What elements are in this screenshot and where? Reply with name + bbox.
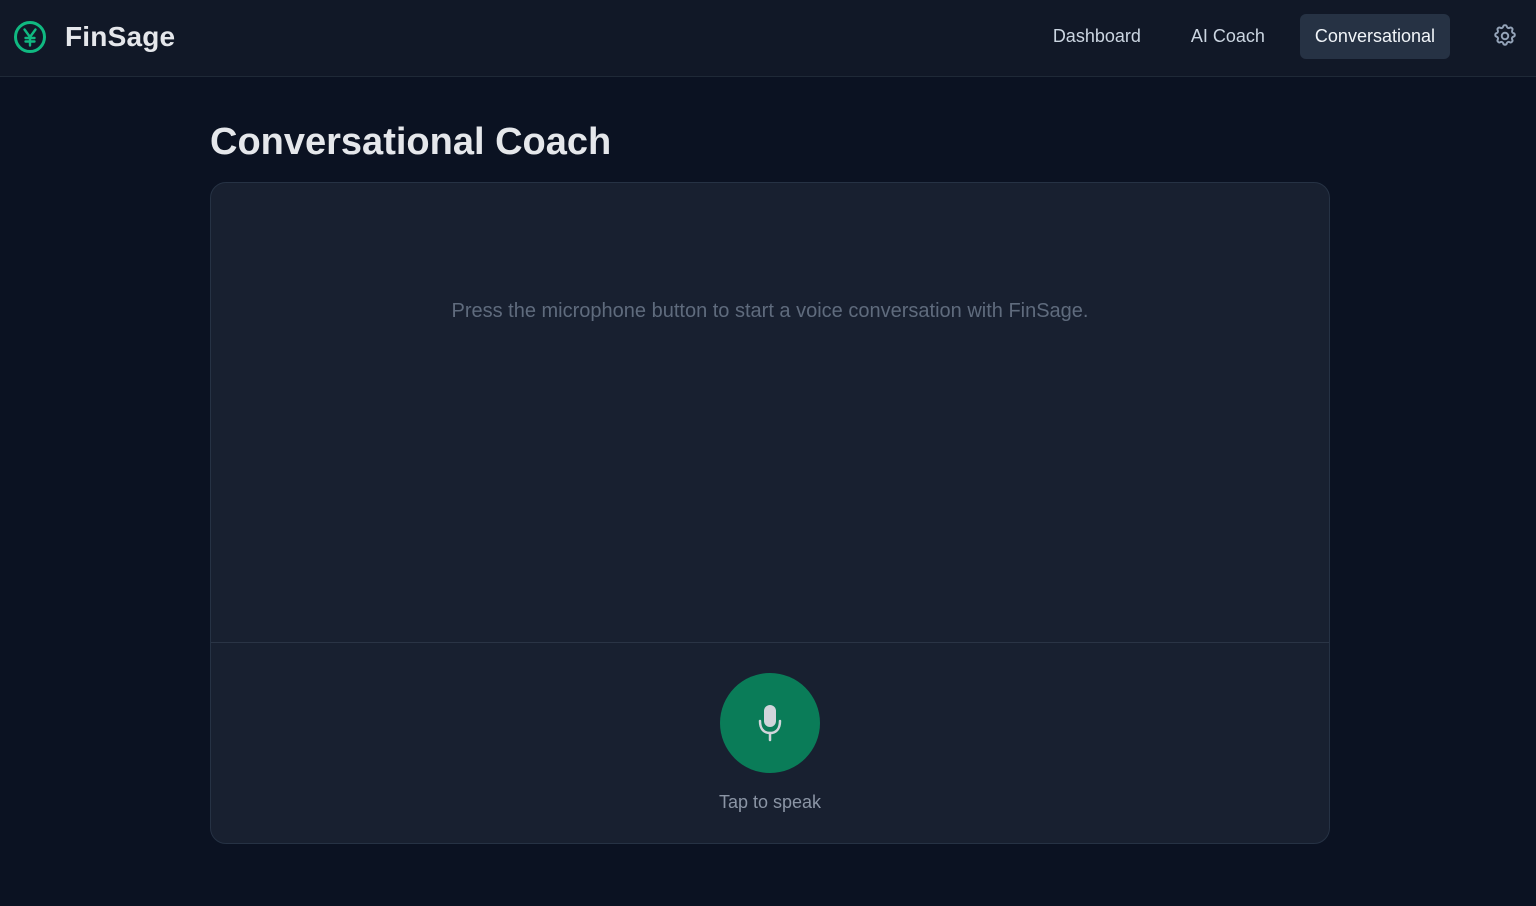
voice-controls: Tap to speak: [211, 643, 1329, 843]
mic-label: Tap to speak: [718, 792, 822, 812]
brand[interactable]: FinSage: [13, 19, 175, 55]
gear-icon: [1494, 24, 1516, 46]
transcript-area: Press the microphone button to start a v…: [211, 183, 1329, 643]
app-name: FinSage: [65, 21, 176, 52]
main-nav: Dashboard AI Coach Conversational: [1018, 14, 1450, 59]
top-navigation-bar: FinSage Dashboard AI Coach Conversationa…: [0, 0, 1536, 77]
nav-item-ai-coach[interactable]: AI Coach: [1176, 14, 1280, 59]
nav-item-conversational[interactable]: Conversational: [1299, 14, 1450, 59]
page-title: Conversational Coach: [210, 121, 612, 163]
microphone-button[interactable]: [720, 673, 820, 773]
transcript-placeholder: Press the microphone button to start a v…: [451, 300, 1089, 322]
nav-item-dashboard[interactable]: Dashboard: [1038, 14, 1156, 59]
settings-button[interactable]: [1492, 23, 1518, 49]
yen-circle-icon: [14, 21, 46, 53]
conversation-panel: Press the microphone button to start a v…: [210, 182, 1330, 844]
microphone-icon: [758, 705, 782, 742]
